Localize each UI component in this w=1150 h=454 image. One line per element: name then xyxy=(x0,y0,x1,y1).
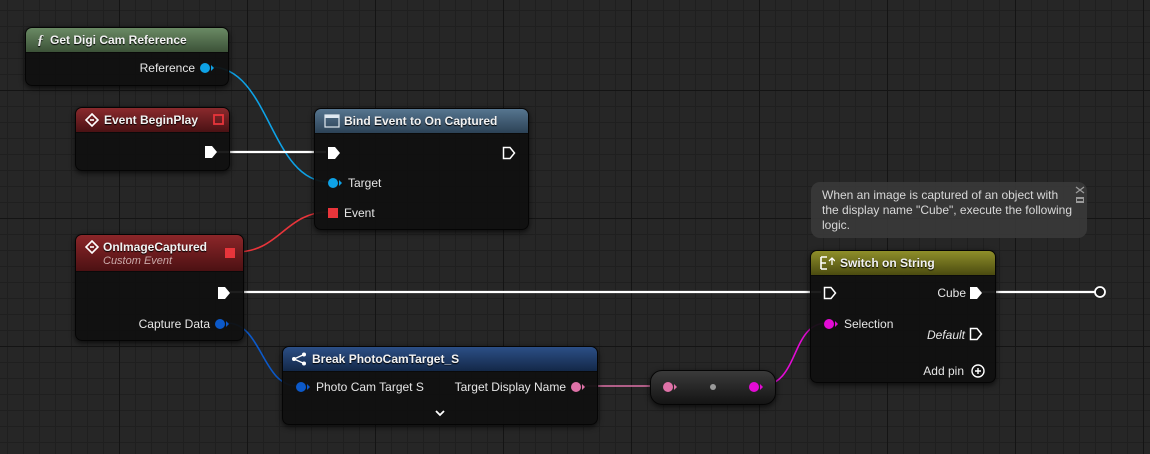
wire-end-knot[interactable] xyxy=(1094,286,1106,298)
node-get-digi-cam-reference[interactable]: ƒ Get Digi Cam Reference Reference xyxy=(25,27,229,86)
pin-label-target: Target xyxy=(348,176,382,190)
node-bind-event-to-on-captured[interactable]: Bind Event to On Captured Target Event xyxy=(314,108,529,230)
pin-selection-input[interactable] xyxy=(823,318,839,330)
node-break-photocamtarget[interactable]: Break PhotoCamTarget_S Photo Cam Target … xyxy=(282,346,598,425)
pin-label-event: Event xyxy=(344,206,375,220)
pin-conversion-input[interactable] xyxy=(662,381,678,393)
pin-target-input[interactable] xyxy=(327,177,343,189)
exec-output-pin[interactable] xyxy=(204,145,218,159)
comment-bubble[interactable]: When an image is captured of an object w… xyxy=(811,182,1087,238)
pin-label-selection: Selection xyxy=(844,317,894,331)
exec-input-pin[interactable] xyxy=(327,146,341,160)
comment-text: When an image is captured of an object w… xyxy=(822,188,1073,232)
event-icon xyxy=(85,240,99,254)
pin-capture-data-output[interactable] xyxy=(214,318,230,330)
exec-output-pin-default[interactable] xyxy=(969,327,983,341)
node-subtitle: Custom Event xyxy=(103,255,173,267)
add-pin-label[interactable]: Add pin xyxy=(923,364,964,378)
pin-label-reference: Reference xyxy=(139,61,195,75)
pin-photo-cam-target-input[interactable] xyxy=(295,381,311,393)
node-title: Bind Event to On Captured xyxy=(344,114,498,128)
exec-output-pin[interactable] xyxy=(502,146,516,160)
node-switch-on-string[interactable]: Switch on String Cube Selection Default … xyxy=(810,250,996,383)
node-title: Switch on String xyxy=(840,256,935,270)
node-title: Break PhotoCamTarget_S xyxy=(312,352,460,366)
delegate-output-pin[interactable] xyxy=(224,247,236,259)
pin-comment-icon[interactable] xyxy=(1074,185,1086,207)
node-title: Event BeginPlay xyxy=(104,113,199,127)
conversion-dot-icon xyxy=(710,384,716,390)
pin-conversion-output[interactable] xyxy=(748,381,764,393)
function-icon: ƒ xyxy=(37,33,44,48)
break-struct-icon xyxy=(292,352,306,366)
node-title: ƒ Get Digi Cam Reference xyxy=(37,33,187,48)
pin-label-target-display-name: Target Display Name xyxy=(454,380,566,394)
node-event-beginplay[interactable]: Event BeginPlay xyxy=(75,107,230,171)
exec-output-pin[interactable] xyxy=(217,286,231,300)
pin-label-capture-data: Capture Data xyxy=(138,317,210,331)
pin-event-input[interactable] xyxy=(327,207,339,219)
event-icon xyxy=(85,113,99,127)
exec-input-pin[interactable] xyxy=(823,286,837,300)
exec-output-pin-cube[interactable] xyxy=(969,286,983,300)
pin-label-cube: Cube xyxy=(937,286,966,300)
switch-icon xyxy=(820,256,835,270)
pin-reference-output[interactable] xyxy=(199,62,215,74)
pin-label-photo-cam-target: Photo Cam Target S xyxy=(316,380,424,394)
pin-target-display-name-output[interactable] xyxy=(570,381,586,393)
node-title: OnImageCaptured xyxy=(103,240,208,254)
pin-label-default: Default xyxy=(926,328,965,342)
node-string-conversion[interactable] xyxy=(650,370,776,405)
delegate-node-icon xyxy=(324,114,340,128)
chevron-down-icon[interactable] xyxy=(434,409,446,419)
add-pin-icon[interactable] xyxy=(971,364,985,378)
delegate-output-pin[interactable] xyxy=(213,114,225,126)
node-on-image-captured[interactable]: OnImageCaptured Custom Event Capture Dat… xyxy=(75,234,244,341)
